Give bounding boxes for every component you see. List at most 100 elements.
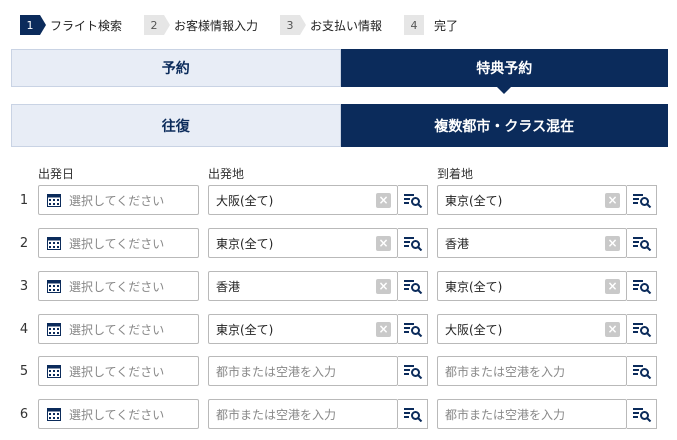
departure-placeholder: 都市または空港を入力 xyxy=(216,364,337,379)
segment-number: 2 xyxy=(19,236,29,251)
arrival-value: 大阪(全て) xyxy=(445,322,503,337)
departure-value: 東京(全て) xyxy=(216,236,274,251)
arrival-search-button[interactable] xyxy=(627,399,657,429)
progress-steps: 1 フライト検索 2 お客様情報入力 3 お支払い情報 4 完了 xyxy=(20,14,480,36)
step-label: フライト検索 xyxy=(50,18,123,33)
departure-search-button[interactable] xyxy=(398,271,428,301)
clear-icon[interactable]: × xyxy=(376,193,391,208)
step-number: 4 xyxy=(404,15,425,35)
search-list-icon xyxy=(632,365,651,379)
search-list-icon xyxy=(632,408,651,422)
departure-search-button[interactable] xyxy=(398,399,428,429)
departure-city-input[interactable]: 東京(全て) × xyxy=(208,228,398,258)
arrival-city-input[interactable]: 都市または空港を入力 xyxy=(437,399,627,429)
departure-search-button[interactable] xyxy=(398,228,428,258)
segment-row: 2 選択してください 東京(全て) × 香港 × xyxy=(0,228,677,260)
arrival-value: 東京(全て) xyxy=(445,193,503,208)
departure-city-input[interactable]: 大阪(全て) × xyxy=(208,185,398,215)
search-list-icon xyxy=(403,408,422,422)
search-list-icon xyxy=(632,237,651,251)
arrival-value: 東京(全て) xyxy=(445,279,503,294)
date-column-header: 出発日 xyxy=(38,167,75,181)
segment-number: 1 xyxy=(19,193,29,208)
segment-number: 4 xyxy=(19,322,29,337)
arrival-city-input[interactable]: 大阪(全て) × xyxy=(437,314,627,344)
departure-placeholder: 都市または空港を入力 xyxy=(216,407,337,422)
departure-city-input[interactable]: 香港 × xyxy=(208,271,398,301)
calendar-icon xyxy=(47,322,61,336)
date-placeholder: 選択してください xyxy=(69,407,165,422)
departure-date-input[interactable]: 選択してください xyxy=(38,356,199,386)
departure-city-input[interactable]: 都市または空港を入力 xyxy=(208,399,398,429)
arrival-search-button[interactable] xyxy=(627,228,657,258)
clear-icon[interactable]: × xyxy=(376,236,391,251)
segment-row: 3 選択してください 香港 × 東京(全て) × xyxy=(0,271,677,303)
segment-number: 6 xyxy=(19,407,29,422)
arrival-city-input[interactable]: 東京(全て) × xyxy=(437,271,627,301)
arrival-placeholder: 都市または空港を入力 xyxy=(445,364,566,379)
departure-date-input[interactable]: 選択してください xyxy=(38,399,199,429)
arrival-city-input[interactable]: 都市または空港を入力 xyxy=(437,356,627,386)
departure-search-button[interactable] xyxy=(398,185,428,215)
tab-multi-city[interactable]: 複数都市・クラス混在 xyxy=(340,104,668,147)
departure-date-input[interactable]: 選択してください xyxy=(38,185,199,215)
search-list-icon xyxy=(403,280,422,294)
search-list-icon xyxy=(403,194,422,208)
date-placeholder: 選択してください xyxy=(69,193,165,208)
calendar-icon xyxy=(47,364,61,378)
departure-date-input[interactable]: 選択してください xyxy=(38,228,199,258)
tab-award-booking[interactable]: 特典予約 xyxy=(340,49,668,94)
arrival-city-input[interactable]: 香港 × xyxy=(437,228,627,258)
segment-number: 3 xyxy=(19,279,29,294)
departure-city-input[interactable]: 東京(全て) × xyxy=(208,314,398,344)
segment-row: 1 選択してください 大阪(全て) × 東京(全て) × xyxy=(0,185,677,217)
step-number: 3 xyxy=(280,15,307,35)
date-placeholder: 選択してください xyxy=(69,322,165,337)
clear-icon[interactable]: × xyxy=(605,236,620,251)
arrival-value: 香港 xyxy=(445,236,470,251)
departure-value: 香港 xyxy=(216,279,241,294)
segment-number: 5 xyxy=(19,364,29,379)
departure-value: 東京(全て) xyxy=(216,322,274,337)
step-label: お支払い情報 xyxy=(310,18,383,33)
arrival-search-button[interactable] xyxy=(627,185,657,215)
step-number: 2 xyxy=(144,15,171,35)
step-flight-search: 1 フライト検索 xyxy=(20,15,122,35)
departure-search-button[interactable] xyxy=(398,356,428,386)
calendar-icon xyxy=(47,407,61,421)
search-list-icon xyxy=(632,323,651,337)
arrival-city-input[interactable]: 東京(全て) × xyxy=(437,185,627,215)
step-label: お客様情報入力 xyxy=(174,18,259,33)
arrival-placeholder: 都市または空港を入力 xyxy=(445,407,566,422)
calendar-icon xyxy=(47,236,61,250)
step-payment: 3 お支払い情報 xyxy=(280,15,382,35)
calendar-icon xyxy=(47,193,61,207)
departure-search-button[interactable] xyxy=(398,314,428,344)
clear-icon[interactable]: × xyxy=(605,322,620,337)
clear-icon[interactable]: × xyxy=(376,279,391,294)
clear-icon[interactable]: × xyxy=(605,279,620,294)
step-complete: 4 完了 xyxy=(404,15,458,35)
date-placeholder: 選択してください xyxy=(69,279,165,294)
clear-icon[interactable]: × xyxy=(605,193,620,208)
arrival-column-header: 到着地 xyxy=(437,167,474,181)
clear-icon[interactable]: × xyxy=(376,322,391,337)
departure-value: 大阪(全て) xyxy=(216,193,274,208)
search-list-icon xyxy=(632,194,651,208)
arrival-search-button[interactable] xyxy=(627,356,657,386)
step-number: 1 xyxy=(20,15,46,35)
segment-row: 5 選択してください 都市または空港を入力 都市または空港を入力 xyxy=(0,356,677,388)
tab-booking[interactable]: 予約 xyxy=(11,49,341,87)
arrival-search-button[interactable] xyxy=(627,314,657,344)
trip-type-tabs: 往復 複数都市・クラス混在 xyxy=(11,104,668,147)
step-customer-info: 2 お客様情報入力 xyxy=(144,15,258,35)
tab-round-trip[interactable]: 往復 xyxy=(11,104,341,147)
departure-date-input[interactable]: 選択してください xyxy=(38,271,199,301)
arrival-search-button[interactable] xyxy=(627,271,657,301)
search-list-icon xyxy=(403,365,422,379)
departure-date-input[interactable]: 選択してください xyxy=(38,314,199,344)
search-list-icon xyxy=(403,237,422,251)
search-list-icon xyxy=(632,280,651,294)
departure-city-input[interactable]: 都市または空港を入力 xyxy=(208,356,398,386)
search-list-icon xyxy=(403,323,422,337)
